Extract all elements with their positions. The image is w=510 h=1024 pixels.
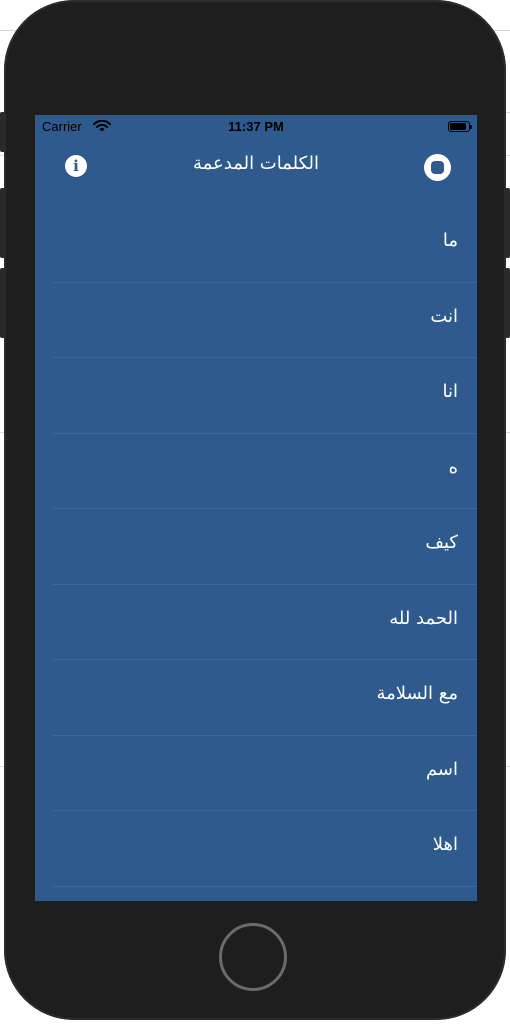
word-label: الحمد لله <box>389 607 458 629</box>
stop-icon <box>431 161 444 174</box>
supported-words-list: ما انت انا ه كيف الحمد لله مع السلامة اس… <box>35 207 477 887</box>
power-button <box>505 188 510 258</box>
home-button[interactable] <box>219 923 287 991</box>
volume-down-button <box>0 268 5 338</box>
stop-button[interactable] <box>424 154 451 181</box>
mute-switch <box>0 112 5 152</box>
volume-up-button <box>0 188 5 258</box>
word-label: ه <box>448 456 458 478</box>
list-item[interactable]: انت <box>35 283 477 359</box>
page-title: الكلمات المدعمة <box>192 153 320 174</box>
list-item[interactable]: كيف <box>35 509 477 585</box>
battery-tip <box>470 125 472 129</box>
word-label: انت <box>430 305 458 327</box>
list-item[interactable]: مع السلامة <box>35 660 477 736</box>
word-label: انا <box>442 381 459 402</box>
battery-icon <box>448 121 472 132</box>
word-label: اهلا <box>432 834 458 855</box>
list-item[interactable]: اهلا <box>35 811 477 887</box>
word-label: كيف <box>425 532 458 553</box>
app-screen: Carrier 11:37 PM i الكلمات المدعمة ما ان… <box>35 115 477 901</box>
simulator-stage: Carrier 11:37 PM i الكلمات المدعمة ما ان… <box>0 0 510 1024</box>
list-item[interactable]: ما <box>35 207 477 283</box>
list-item[interactable]: اسم <box>35 736 477 812</box>
side-button <box>505 268 510 338</box>
status-bar: Carrier 11:37 PM <box>35 115 477 137</box>
battery-level <box>450 123 466 130</box>
list-item[interactable]: انا <box>35 358 477 434</box>
list-item[interactable]: ه <box>35 434 477 510</box>
word-label: اسم <box>425 758 458 780</box>
word-label: ما <box>442 230 458 251</box>
word-label: مع السلامة <box>376 683 458 704</box>
navigation-bar: i الكلمات المدعمة <box>35 143 477 187</box>
clock: 11:37 PM <box>228 119 284 134</box>
list-item[interactable]: الحمد لله <box>35 585 477 661</box>
